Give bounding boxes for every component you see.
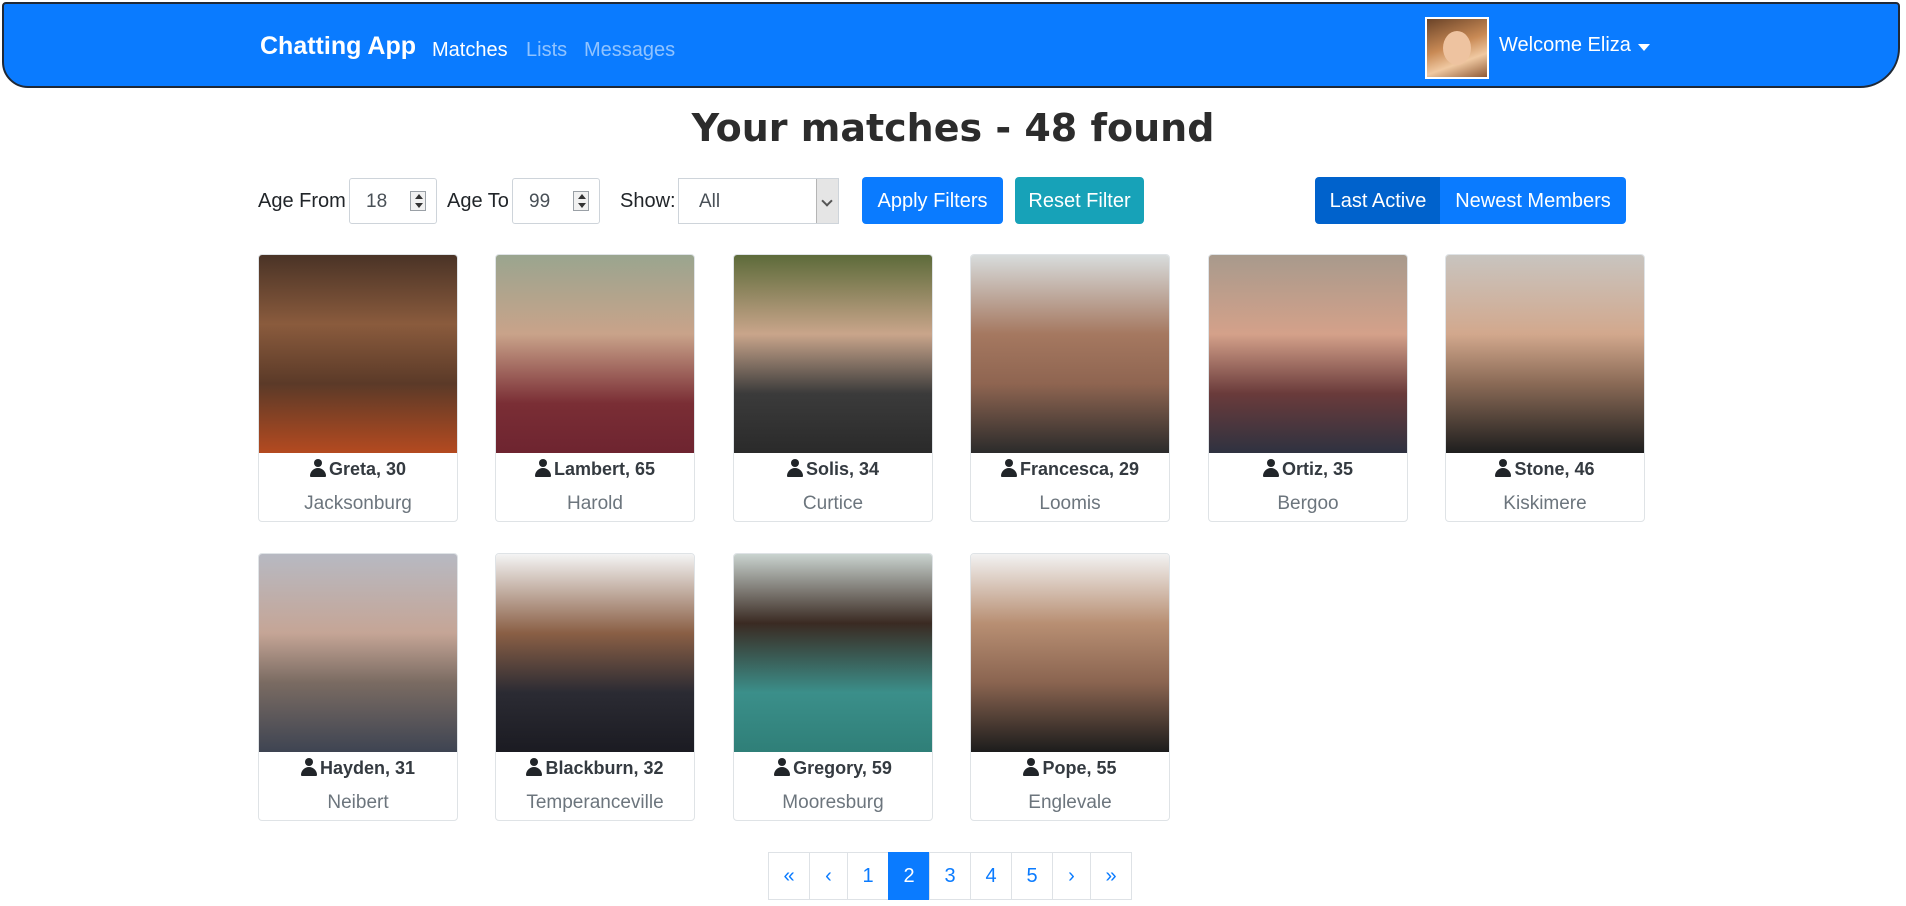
member-city: Jacksonburg [304, 493, 412, 514]
member-city: Temperanceville [526, 792, 664, 813]
member-name: Greta, 30 [328, 459, 407, 479]
user-icon [774, 758, 791, 776]
member-name: Gregory, 59 [793, 758, 892, 778]
show-label: Show: [620, 190, 676, 212]
spinner-icon[interactable] [573, 191, 589, 211]
user-icon [1023, 758, 1040, 776]
member-card[interactable]: Stone, 46 Kiskimere [1445, 254, 1645, 522]
age-from-input[interactable]: 18 [349, 178, 437, 224]
member-photo[interactable] [1446, 255, 1644, 453]
member-card[interactable]: Solis, 34 Curtice [733, 254, 933, 522]
member-name: Blackburn, 32 [545, 758, 664, 778]
user-icon [1262, 459, 1279, 477]
member-city: Neibert [327, 792, 389, 813]
user-icon [1000, 459, 1017, 477]
member-city: Curtice [802, 493, 864, 514]
age-to-value: 99 [529, 191, 551, 212]
user-icon [534, 459, 551, 477]
member-card[interactable]: Blackburn, 32 Temperanceville [495, 553, 695, 821]
nav-messages[interactable]: Messages [584, 39, 675, 62]
age-to-label: Age To [447, 190, 509, 212]
member-card[interactable]: Francesca, 29 Loomis [970, 254, 1170, 522]
spinner-icon[interactable] [410, 191, 426, 211]
member-name-row: Hayden, 31 [259, 758, 457, 779]
page-3-button[interactable]: 3 [929, 852, 971, 900]
member-photo[interactable] [1209, 255, 1407, 453]
age-from-label: Age From [258, 190, 346, 212]
nav-matches[interactable]: Matches [432, 39, 508, 62]
member-name: Francesca, 29 [1019, 459, 1140, 479]
top-navbar: Chatting App Matches Lists Messages Welc… [2, 2, 1900, 88]
page-1-button[interactable]: 1 [847, 852, 889, 900]
member-name-row: Blackburn, 32 [496, 758, 694, 779]
nav-lists[interactable]: Lists [526, 39, 567, 62]
member-city: Englevale [1028, 792, 1112, 813]
apply-filters-button[interactable]: Apply Filters [862, 177, 1003, 224]
member-photo[interactable] [496, 255, 694, 453]
page-title: Your matches - 48 found [691, 106, 1215, 150]
user-icon [526, 758, 543, 776]
age-to-input[interactable]: 99 [512, 178, 600, 224]
member-name-row: Francesca, 29 [971, 459, 1169, 480]
member-name: Ortiz, 35 [1281, 459, 1354, 479]
member-card[interactable]: Hayden, 31 Neibert [258, 553, 458, 821]
brand-link[interactable]: Chatting App [260, 32, 416, 61]
member-name-row: Pope, 55 [971, 758, 1169, 779]
member-name: Pope, 55 [1042, 758, 1117, 778]
member-photo[interactable] [734, 554, 932, 752]
member-photo[interactable] [259, 255, 457, 453]
page-prev-button[interactable]: ‹ [809, 852, 848, 900]
last-active-button[interactable]: Last Active [1315, 177, 1441, 224]
member-card[interactable]: Greta, 30 Jacksonburg [258, 254, 458, 522]
user-icon [300, 758, 317, 776]
member-photo[interactable] [496, 554, 694, 752]
member-photo[interactable] [971, 554, 1169, 752]
member-name-row: Lambert, 65 [496, 459, 694, 480]
member-name: Hayden, 31 [319, 758, 416, 778]
chevron-down-icon[interactable] [816, 179, 838, 223]
page-2-button[interactable]: 2 [888, 852, 930, 900]
age-from-value: 18 [366, 191, 388, 212]
page-4-button[interactable]: 4 [970, 852, 1012, 900]
member-name-row: Solis, 34 [734, 459, 932, 480]
member-photo[interactable] [734, 255, 932, 453]
member-card[interactable]: Lambert, 65 Harold [495, 254, 695, 522]
member-city: Kiskimere [1503, 493, 1587, 514]
member-name-row: Ortiz, 35 [1209, 459, 1407, 480]
reset-filter-button[interactable]: Reset Filter [1015, 177, 1144, 224]
page-5-button[interactable]: 5 [1011, 852, 1053, 900]
show-select[interactable]: All [678, 178, 839, 224]
member-city: Mooresburg [782, 792, 884, 813]
member-card[interactable]: Ortiz, 35 Bergoo [1208, 254, 1408, 522]
member-city: Loomis [1039, 493, 1101, 514]
newest-members-button[interactable]: Newest Members [1440, 177, 1626, 224]
user-icon [1495, 459, 1512, 477]
member-city: Harold [567, 493, 623, 514]
show-select-value: All [699, 191, 721, 212]
user-icon [786, 459, 803, 477]
member-photo[interactable] [259, 554, 457, 752]
page-next-button[interactable]: › [1052, 852, 1091, 900]
welcome-dropdown-toggle[interactable]: Welcome Eliza [1499, 34, 1631, 57]
member-card[interactable]: Gregory, 59 Mooresburg [733, 553, 933, 821]
caret-down-icon[interactable] [1638, 44, 1650, 51]
member-name-row: Gregory, 59 [734, 758, 932, 779]
member-city: Bergoo [1277, 493, 1339, 514]
pagination: « ‹ 1 2 3 4 5 › » [768, 852, 1132, 900]
page-first-button[interactable]: « [768, 852, 810, 900]
user-avatar[interactable] [1425, 17, 1489, 79]
member-name-row: Stone, 46 [1446, 459, 1644, 480]
member-name: Solis, 34 [805, 459, 880, 479]
user-icon [309, 459, 326, 477]
member-card[interactable]: Pope, 55 Englevale [970, 553, 1170, 821]
member-name: Stone, 46 [1514, 459, 1595, 479]
member-name-row: Greta, 30 [259, 459, 457, 480]
member-name: Lambert, 65 [553, 459, 656, 479]
member-photo[interactable] [971, 255, 1169, 453]
page-last-button[interactable]: » [1090, 852, 1132, 900]
